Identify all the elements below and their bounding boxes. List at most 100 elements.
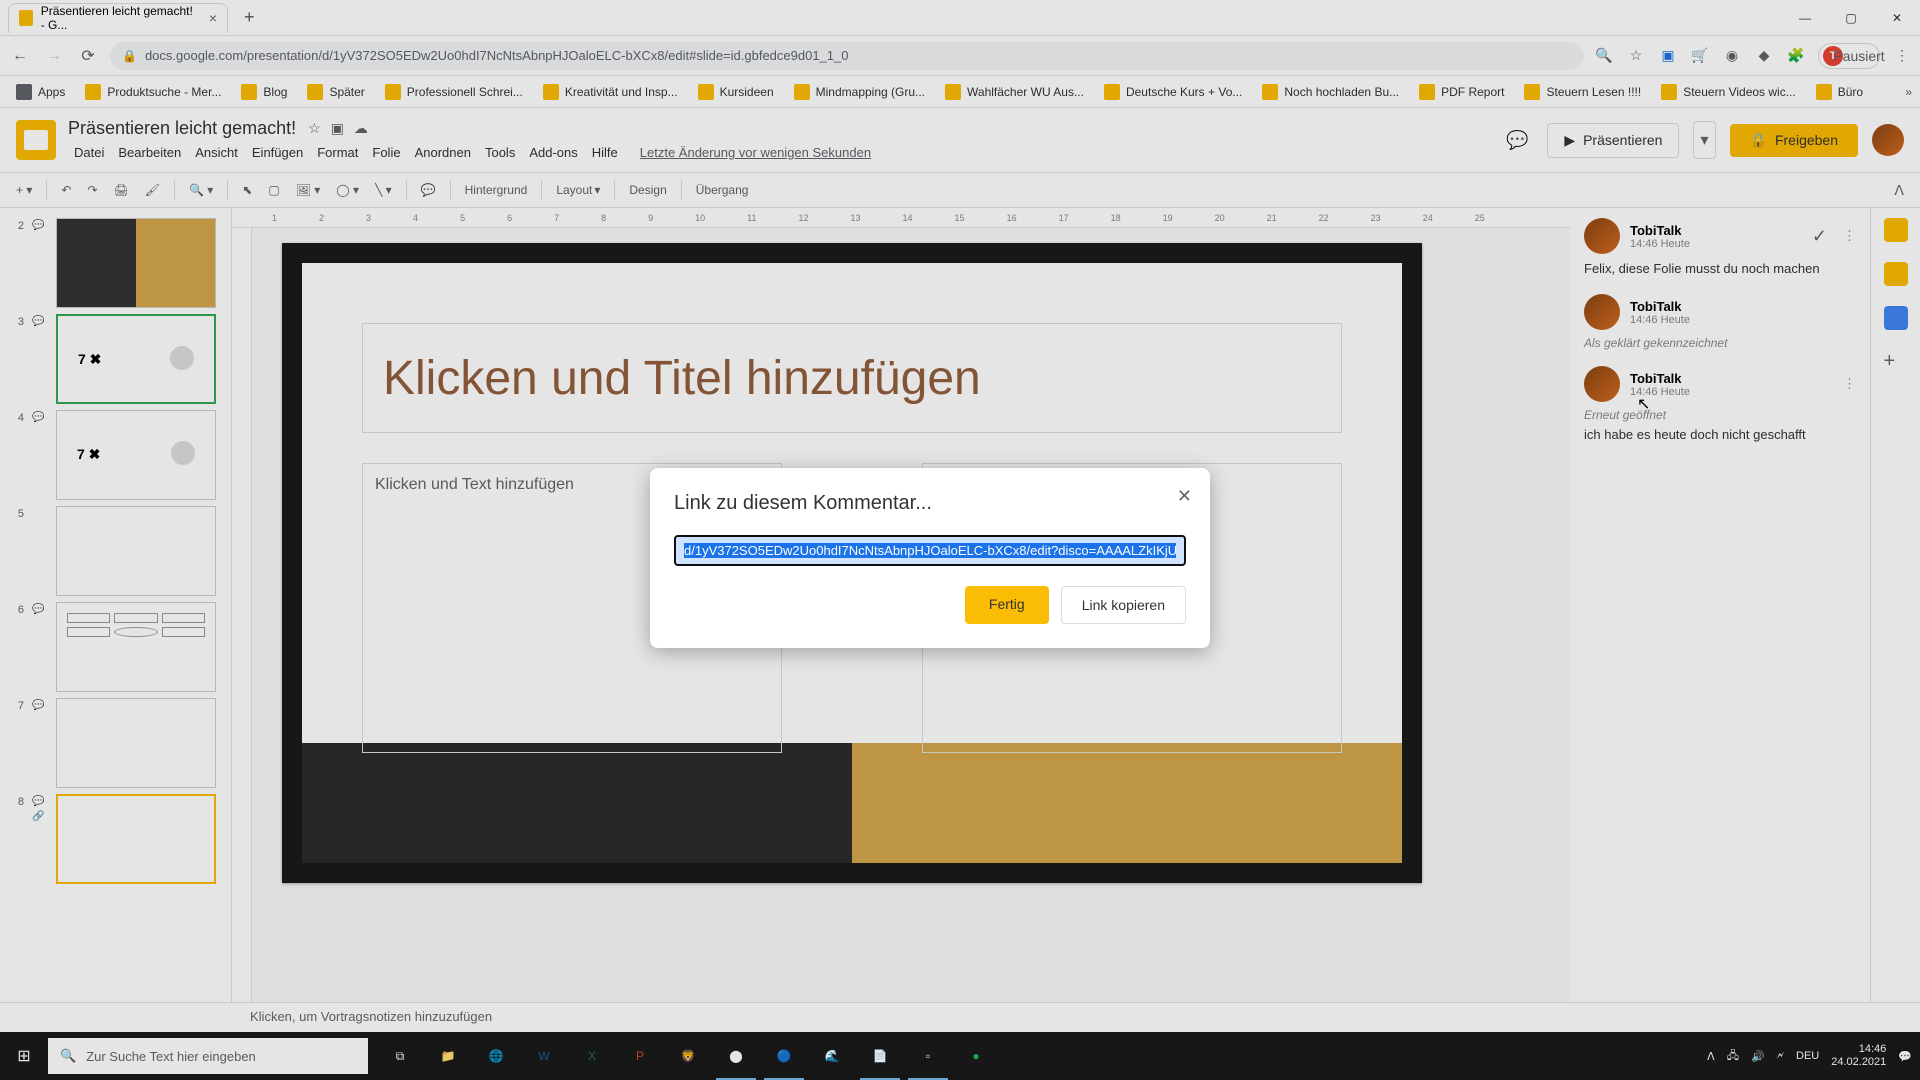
slide-title-placeholder[interactable]: Klicken und Titel hinzufügen	[362, 323, 1342, 433]
present-dropdown[interactable]: ▾	[1693, 121, 1715, 159]
start-button[interactable]: ⊞	[0, 1032, 48, 1080]
user-avatar[interactable]	[1872, 124, 1904, 156]
tasks-addon-icon[interactable]	[1884, 306, 1908, 330]
bookmark-item[interactable]: Kreativität und Insp...	[535, 80, 686, 104]
bookmark-item[interactable]: Wahlfächer WU Aus...	[937, 80, 1092, 104]
bookmark-item[interactable]: Steuern Videos wic...	[1653, 80, 1804, 104]
edge-legacy-icon[interactable]: 🌐	[472, 1032, 520, 1080]
menu-file[interactable]: Datei	[68, 143, 110, 162]
close-dialog-button[interactable]: ✕	[1177, 486, 1192, 507]
zoom-icon[interactable]: 🔍	[1594, 46, 1614, 66]
collapse-toolbar-button[interactable]: ᐱ	[1888, 178, 1910, 203]
keep-addon-icon[interactable]	[1884, 262, 1908, 286]
comment-menu-icon[interactable]: ⋮	[1843, 376, 1856, 392]
extension-icon-3[interactable]: ◉	[1722, 46, 1742, 66]
select-tool[interactable]: ⬉	[236, 179, 258, 201]
new-tab-button[interactable]: +	[236, 7, 263, 28]
last-edit-info[interactable]: Letzte Änderung vor wenigen Sekunden	[634, 143, 877, 162]
undo-button[interactable]: ↶	[55, 179, 77, 201]
close-window-button[interactable]: ✕	[1874, 0, 1920, 36]
obs-icon[interactable]: ⬤	[712, 1032, 760, 1080]
bookmarks-overflow[interactable]: »	[1905, 85, 1912, 99]
bookmark-item[interactable]: Mindmapping (Gru...	[786, 80, 933, 104]
menu-view[interactable]: Ansicht	[189, 143, 244, 162]
speaker-notes[interactable]: Klicken, um Vortragsnotizen hinzuzufügen	[0, 1002, 1920, 1032]
excel-icon[interactable]: X	[568, 1032, 616, 1080]
comment-menu-icon[interactable]: ⋮	[1843, 228, 1856, 244]
notepad-icon[interactable]: 📄	[856, 1032, 904, 1080]
menu-insert[interactable]: Einfügen	[246, 143, 309, 162]
menu-slide[interactable]: Folie	[366, 143, 406, 162]
zoom-button[interactable]: 🔍 ▾	[183, 179, 219, 201]
bookmark-item[interactable]: Produktsuche - Mer...	[77, 80, 229, 104]
bookmark-star-icon[interactable]: ☆	[1626, 46, 1646, 66]
filmstrip[interactable]: 2💬 3💬7 ✖ 4💬7 ✖ 5 6💬 7💬 8💬🔗	[0, 208, 232, 1002]
maximize-button[interactable]: ▢	[1828, 0, 1874, 36]
move-icon[interactable]: ▣	[331, 120, 344, 137]
browser-tab[interactable]: Präsentieren leicht gemacht! - G... ×	[8, 3, 228, 33]
word-icon[interactable]: W	[520, 1032, 568, 1080]
redo-button[interactable]: ↷	[81, 179, 103, 201]
close-tab-icon[interactable]: ×	[209, 10, 217, 26]
bookmark-item[interactable]: Büro	[1808, 80, 1871, 104]
extension-icon-4[interactable]: ◆	[1754, 46, 1774, 66]
tray-overflow-icon[interactable]: ᐱ	[1707, 1050, 1715, 1063]
shape-tool[interactable]: ◯ ▾	[330, 179, 365, 201]
chrome-icon[interactable]: 🔵	[760, 1032, 808, 1080]
bookmark-item[interactable]: Kursideen	[690, 80, 782, 104]
line-tool[interactable]: ╲ ▾	[369, 179, 398, 201]
slide-thumb-3[interactable]: 7 ✖	[56, 314, 216, 404]
menu-help[interactable]: Hilfe	[586, 143, 624, 162]
volume-icon[interactable]: 🔊	[1751, 1050, 1765, 1063]
reload-button[interactable]: ⟳	[76, 44, 100, 68]
bookmark-item[interactable]: Noch hochladen Bu...	[1254, 80, 1407, 104]
comment-tool[interactable]: 💬	[415, 179, 442, 201]
comments-history-icon[interactable]: 💬	[1501, 124, 1533, 156]
done-button[interactable]: Fertig	[965, 586, 1049, 624]
extension-icon-1[interactable]: ▣	[1658, 46, 1678, 66]
slide-thumb-8[interactable]	[56, 794, 216, 884]
slide-thumb-7[interactable]	[56, 698, 216, 788]
clock[interactable]: 14:46 24.02.2021	[1831, 1043, 1886, 1069]
back-button[interactable]: ←	[8, 44, 32, 68]
bookmark-item[interactable]: Steuern Lesen !!!!	[1516, 80, 1649, 104]
explorer-icon[interactable]: 📁	[424, 1032, 472, 1080]
comment-thread[interactable]: TobiTalk 14:46 Heute ⋮ Erneut geöffnet i…	[1584, 366, 1856, 444]
new-slide-button[interactable]: + ▾	[10, 179, 38, 201]
menu-tools[interactable]: Tools	[479, 143, 521, 162]
task-view-icon[interactable]: ⧉	[376, 1032, 424, 1080]
calendar-addon-icon[interactable]	[1884, 218, 1908, 242]
slide-thumb-6[interactable]	[56, 602, 216, 692]
comment-link-input[interactable]	[674, 535, 1186, 566]
address-bar[interactable]: 🔒 docs.google.com/presentation/d/1yV372S…	[110, 42, 1584, 70]
extensions-menu-icon[interactable]: 🧩	[1786, 46, 1806, 66]
forward-button[interactable]: →	[42, 44, 66, 68]
bookmark-item[interactable]: PDF Report	[1411, 80, 1512, 104]
slide-thumb-4[interactable]: 7 ✖	[56, 410, 216, 500]
comment-thread[interactable]: TobiTalk 14:46 Heute ✓ ⋮ Felix, diese Fo…	[1584, 218, 1856, 278]
minimize-button[interactable]: —	[1782, 0, 1828, 36]
present-button[interactable]: ▶ Präsentieren	[1547, 123, 1679, 158]
document-title[interactable]: Präsentieren leicht gemacht!	[68, 118, 296, 139]
add-addon-icon[interactable]: +	[1884, 350, 1908, 374]
resolve-check-icon[interactable]: ✓	[1812, 226, 1827, 247]
star-icon[interactable]: ☆	[308, 120, 321, 137]
layout-button[interactable]: Layout ▾	[550, 179, 606, 201]
menu-edit[interactable]: Bearbeiten	[112, 143, 187, 162]
edge-icon[interactable]: 🌊	[808, 1032, 856, 1080]
chrome-menu-icon[interactable]: ⋮	[1892, 46, 1912, 66]
network-icon[interactable]: 🖧	[1727, 1047, 1739, 1066]
apps-bookmark[interactable]: Apps	[8, 80, 73, 104]
paint-format-button[interactable]: 🖌	[139, 179, 166, 201]
extension-icon-2[interactable]: 🛒	[1690, 46, 1710, 66]
spotify-icon[interactable]: ●	[952, 1032, 1000, 1080]
background-button[interactable]: Hintergrund	[459, 179, 534, 201]
battery-icon[interactable]: 🗲	[1777, 1050, 1784, 1063]
menu-format[interactable]: Format	[311, 143, 364, 162]
print-button[interactable]: 🖨	[108, 179, 135, 201]
windows-search[interactable]: 🔍 Zur Suche Text hier eingeben	[48, 1038, 368, 1074]
cloud-icon[interactable]: ☁	[354, 120, 368, 137]
slides-logo[interactable]	[16, 120, 56, 160]
menu-arrange[interactable]: Anordnen	[409, 143, 477, 162]
bookmark-item[interactable]: Später	[299, 80, 372, 104]
